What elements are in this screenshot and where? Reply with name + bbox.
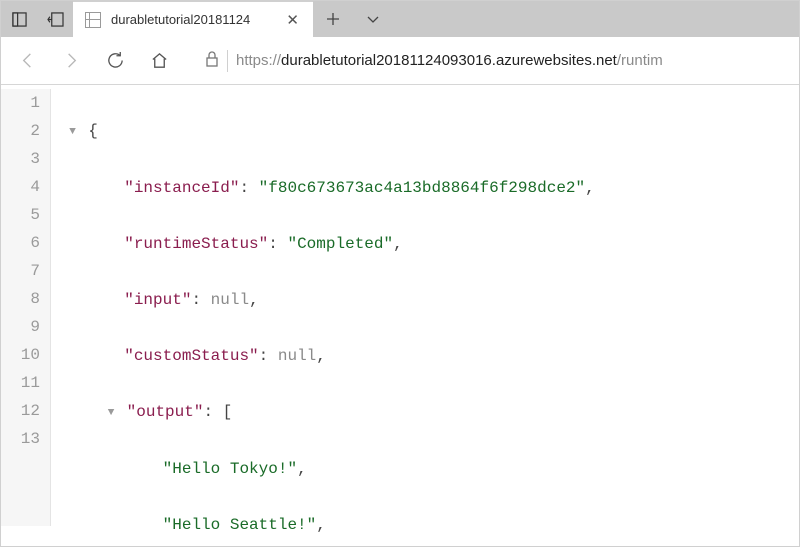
url-text: https://durabletutorial20181124093016.az… xyxy=(236,52,785,69)
favicon-icon xyxy=(85,12,101,28)
navbar: https://durabletutorial20181124093016.az… xyxy=(1,37,799,85)
home-button[interactable] xyxy=(141,43,177,79)
browser-tab[interactable]: durabletutorial20181124 ✕ xyxy=(73,1,313,37)
json-viewer: 12345678910111213 ▼ { "instanceId": "f80… xyxy=(1,85,799,546)
address-bar[interactable]: https://durabletutorial20181124093016.az… xyxy=(195,44,791,78)
tab-actions-dropdown[interactable] xyxy=(353,1,393,37)
forward-button[interactable] xyxy=(53,43,89,79)
tab-title: durabletutorial20181124 xyxy=(111,12,272,27)
titlebar: durabletutorial20181124 ✕ xyxy=(1,1,799,37)
fold-icon[interactable]: ▼ xyxy=(105,399,117,427)
tabs-aside-icon[interactable] xyxy=(1,1,37,37)
json-body[interactable]: ▼ { "instanceId": "f80c673673ac4a13bd886… xyxy=(51,89,595,526)
fold-icon[interactable]: ▼ xyxy=(67,118,79,146)
back-button[interactable] xyxy=(9,43,45,79)
refresh-button[interactable] xyxy=(97,43,133,79)
line-gutter: 12345678910111213 xyxy=(1,89,51,526)
close-tab-icon[interactable]: ✕ xyxy=(282,9,303,31)
addrbar-separator xyxy=(227,50,228,72)
new-tab-button[interactable] xyxy=(313,1,353,37)
lock-icon xyxy=(205,51,219,71)
set-aside-icon[interactable] xyxy=(37,1,73,37)
